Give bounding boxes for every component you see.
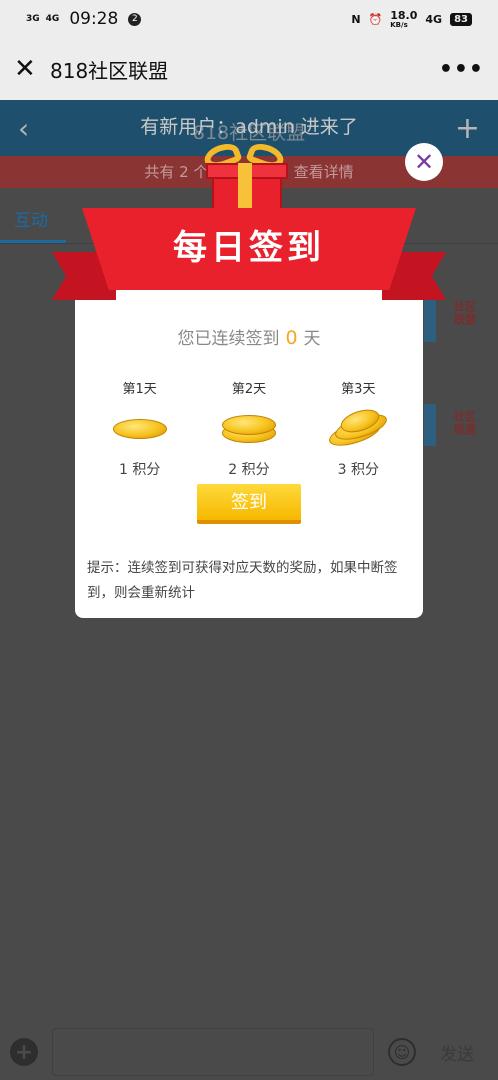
streak-days: 0 (285, 327, 298, 349)
day-points: 3 积分 (337, 462, 379, 478)
day-reward-2: 第2天 2 积分 (199, 378, 299, 479)
day-reward-3: 第3天 3 积分 (308, 378, 408, 479)
streak-text: 您已连续签到 0 天 (177, 327, 321, 349)
network-type-icon: 4G (425, 12, 443, 26)
day-label: 第3天 (341, 382, 376, 397)
send-button[interactable]: 发送 (440, 1040, 474, 1065)
page-title: 818社区联盟 (50, 58, 169, 83)
day-label: 第2天 (231, 382, 267, 397)
join-notice: 有新用户：admin 进来了 (140, 116, 358, 138)
close-icon[interactable]: ✕ (14, 54, 44, 84)
day-reward-1: 第1天 1 积分 (90, 378, 190, 479)
message-input[interactable] (52, 1028, 374, 1076)
nfc-icon: N (351, 12, 361, 26)
title-ribbon: 每日签到 (52, 208, 446, 302)
tab-interaction[interactable]: 互动 (14, 206, 48, 231)
emoji-icon[interactable]: ☺ (388, 1038, 416, 1066)
signal-3g-icon: 3G (26, 13, 40, 24)
clock-time: 09:28 (69, 9, 119, 29)
battery-icon: 83 (450, 12, 472, 26)
day-points: 1 积分 (118, 462, 161, 478)
notification-count-badge: 2 (128, 12, 142, 26)
community-badge: 社区联盟 (454, 410, 476, 436)
community-badge: 社区联盟 (454, 300, 476, 326)
more-options-icon[interactable]: ••• (439, 57, 484, 82)
add-attachment-icon[interactable]: + (10, 1038, 38, 1066)
signin-tip: 提示：连续签到可获得对应天数的奖励，如果中断签到，则会重新统计 (87, 560, 398, 601)
coins-icon (219, 409, 279, 445)
signal-4g-icon: 4G (45, 13, 60, 24)
coin-icon (110, 409, 170, 445)
dialog-title: 每日签到 (173, 228, 325, 268)
message-input-bar: + ☺ 发送 (0, 1024, 498, 1080)
alarm-icon: ⏰ (368, 12, 383, 26)
signin-dialog: 您已连续签到 0 天 第1天 1 积分 第2天 2 积分 第3天 3 积分 签到 提… (75, 290, 423, 618)
browser-title-bar: ✕ 818社区联盟 ••• (0, 38, 498, 100)
day-points: 2 积分 (228, 462, 270, 478)
status-bar: 3G 4G 09:28 2 N ⏰ 18.0 KB/s 4G 83 (0, 0, 498, 38)
coin-stack-icon (326, 405, 391, 451)
close-dialog-icon[interactable]: ✕ (405, 143, 443, 181)
reward-days: 第1天 1 积分 第2天 2 积分 第3天 3 积分 (75, 378, 423, 479)
message-bubble (424, 300, 436, 342)
message-bubble (424, 404, 436, 446)
network-speed: 18.0 KB/s (390, 9, 418, 29)
day-label: 第1天 (122, 382, 157, 397)
signin-button[interactable]: 签到 (197, 484, 301, 524)
